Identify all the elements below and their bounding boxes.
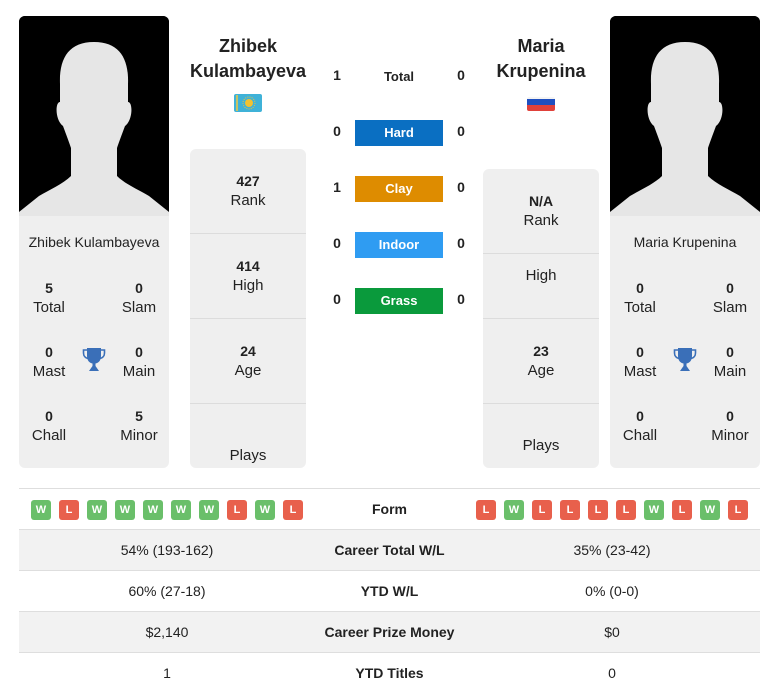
- comparison-table: WLWWWWWLWL Form LWLLLLWLWL 54% (193-162)…: [19, 488, 760, 694]
- row-label: YTD W/L: [360, 583, 419, 599]
- form-right: LWLLLLWLWL: [476, 500, 748, 520]
- table-row: $2,140 Career Prize Money $0: [19, 612, 760, 653]
- h2h-indoor-right: 0: [457, 235, 465, 251]
- silhouette-icon: [610, 16, 760, 216]
- player-right-photo: [610, 16, 760, 216]
- h2h-indoor-left: 0: [333, 235, 341, 251]
- info-high: 414 High: [190, 234, 306, 319]
- form-loss-badge[interactable]: L: [227, 500, 247, 520]
- player-right-titles-card: Maria Krupenina 0 Total 0 Slam 0 Mast 0 …: [610, 216, 760, 468]
- form-win-badge[interactable]: W: [255, 500, 275, 520]
- h2h-clay-left: 1: [333, 179, 341, 195]
- titles-chall: 0 Chall: [622, 408, 658, 444]
- row-left-value: 1: [163, 665, 171, 681]
- h2h-total-left: 1: [333, 67, 341, 83]
- form-loss-badge[interactable]: L: [476, 500, 496, 520]
- h2h-grass-left: 0: [333, 291, 341, 307]
- titles-slam: 0 Slam: [712, 280, 748, 316]
- russia-flag-icon: [527, 97, 555, 111]
- form-label: Form: [372, 501, 407, 517]
- info-plays: Plays: [522, 437, 560, 454]
- form-loss-badge[interactable]: L: [672, 500, 692, 520]
- trophy-icon: [82, 348, 106, 371]
- titles-main: 0 Main: [713, 344, 747, 380]
- row-label: Career Prize Money: [324, 624, 455, 640]
- form-win-badge[interactable]: W: [700, 500, 720, 520]
- row-left-value: 60% (27-18): [128, 583, 206, 599]
- surface-grass-button[interactable]: Grass: [355, 288, 443, 314]
- player-left-full-name: Zhibek Kulambayeva: [28, 234, 160, 250]
- trophy-icon: [673, 348, 697, 371]
- info-rank: 427 Rank: [190, 169, 306, 234]
- titles-minor: 5 Minor: [120, 408, 158, 444]
- row-label: Career Total W/L: [334, 542, 445, 558]
- form-loss-badge[interactable]: L: [560, 500, 580, 520]
- table-row: 54% (193-162) Career Total W/L 35% (23-4…: [19, 530, 760, 571]
- player-right-full-name: Maria Krupenina: [633, 234, 737, 250]
- surface-hard-button[interactable]: Hard: [355, 120, 443, 146]
- titles-mast: 0 Mast: [623, 344, 657, 380]
- player-left-name[interactable]: Zhibek Kulambayeva: [183, 34, 313, 84]
- info-age: 24 Age: [190, 319, 306, 404]
- titles-chall: 0 Chall: [31, 408, 67, 444]
- form-win-badge[interactable]: W: [143, 500, 163, 520]
- titles-minor: 0 Minor: [711, 408, 749, 444]
- row-left-value: $2,140: [145, 624, 189, 640]
- silhouette-icon: [19, 16, 169, 216]
- form-win-badge[interactable]: W: [87, 500, 107, 520]
- titles-slam: 0 Slam: [121, 280, 157, 316]
- form-loss-badge[interactable]: L: [59, 500, 79, 520]
- row-left-value: 54% (193-162): [120, 542, 214, 558]
- titles-main: 0 Main: [122, 344, 156, 380]
- player-left-photo: [19, 16, 169, 216]
- h2h-grass-right: 0: [457, 291, 465, 307]
- player-left-info: 427 Rank 414 High 24 Age Plays: [190, 149, 306, 468]
- table-row: 60% (27-18) YTD W/L 0% (0-0): [19, 571, 760, 612]
- row-right-value: 35% (23-42): [573, 542, 651, 558]
- form-row: WLWWWWWLWL Form LWLLLLWLWL: [19, 489, 760, 530]
- form-loss-badge[interactable]: L: [588, 500, 608, 520]
- info-plays: Plays: [229, 447, 267, 464]
- table-row: 1 YTD Titles 0: [19, 653, 760, 694]
- titles-total: 0 Total: [624, 280, 656, 316]
- h2h-clay-right: 0: [457, 179, 465, 195]
- h2h-total-right: 0: [457, 67, 465, 83]
- info-rank: N/A Rank: [483, 169, 599, 254]
- titles-mast: 0 Mast: [32, 344, 66, 380]
- form-win-badge[interactable]: W: [31, 500, 51, 520]
- form-loss-badge[interactable]: L: [532, 500, 552, 520]
- form-win-badge[interactable]: W: [199, 500, 219, 520]
- kazakhstan-flag-icon: [234, 94, 262, 112]
- row-right-value: 0% (0-0): [585, 583, 639, 599]
- surface-clay-button[interactable]: Clay: [355, 176, 443, 202]
- form-win-badge[interactable]: W: [115, 500, 135, 520]
- form-left: WLWWWWWLWL: [31, 500, 303, 520]
- form-loss-badge[interactable]: L: [728, 500, 748, 520]
- info-age: 23 Age: [483, 319, 599, 404]
- player-right-name[interactable]: Maria Krupenina: [476, 34, 606, 84]
- surface-indoor-button[interactable]: Indoor: [355, 232, 443, 258]
- form-win-badge[interactable]: W: [644, 500, 664, 520]
- titles-total: 5 Total: [33, 280, 65, 316]
- form-loss-badge[interactable]: L: [616, 500, 636, 520]
- form-win-badge[interactable]: W: [504, 500, 524, 520]
- form-win-badge[interactable]: W: [171, 500, 191, 520]
- h2h-total-label: Total: [383, 69, 415, 84]
- row-right-value: $0: [604, 624, 620, 640]
- player-left-titles-card: Zhibek Kulambayeva 5 Total 0 Slam 0 Mast…: [19, 216, 169, 468]
- info-high: High: [483, 254, 599, 319]
- form-loss-badge[interactable]: L: [283, 500, 303, 520]
- player-right-info: N/A Rank High 23 Age Plays: [483, 169, 599, 468]
- h2h-hard-left: 0: [333, 123, 341, 139]
- row-label: YTD Titles: [355, 665, 424, 681]
- h2h-hard-right: 0: [457, 123, 465, 139]
- row-right-value: 0: [608, 665, 616, 681]
